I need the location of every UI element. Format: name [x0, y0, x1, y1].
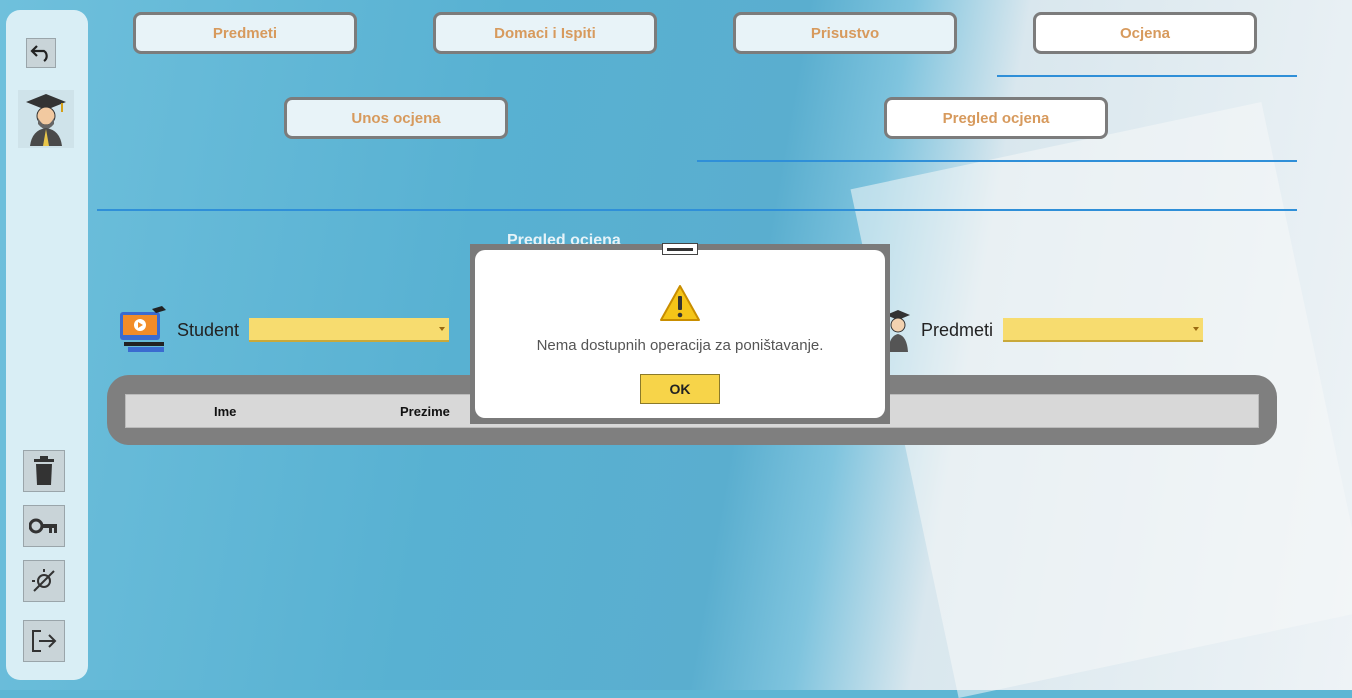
tab-pregled-ocjena[interactable]: Pregled ocjena: [884, 97, 1108, 139]
predmeti-label: Predmeti: [921, 320, 994, 340]
undo-icon: [30, 45, 48, 62]
chevron-down-icon: [1193, 327, 1199, 331]
logout-button[interactable]: [23, 620, 65, 662]
graduate-avatar-icon: [26, 94, 66, 146]
tab-ocjena[interactable]: Ocjena: [1033, 12, 1257, 54]
tab-underline: [997, 75, 1297, 77]
student-icon: [118, 306, 166, 354]
column-header-ime[interactable]: Ime: [214, 404, 236, 419]
section-divider: [97, 209, 1297, 211]
avatar: [18, 90, 74, 148]
warning-icon: [659, 284, 701, 322]
tab-prisustvo[interactable]: Prisustvo: [733, 12, 957, 54]
column-header-prezime[interactable]: Prezime: [400, 404, 450, 419]
dialog-message: Nema dostupnih operacija za poništavanje…: [536, 337, 824, 354]
student-select[interactable]: [249, 318, 449, 342]
sidebar: [6, 10, 88, 680]
tab-domaci-ispiti[interactable]: Domaci i Ispiti: [433, 12, 657, 54]
theme-toggle-icon: [32, 569, 55, 592]
theme-toggle-button[interactable]: [23, 560, 65, 602]
trash-icon: [34, 456, 54, 485]
predmeti-select[interactable]: [1003, 318, 1203, 342]
change-password-button[interactable]: [23, 505, 65, 547]
chevron-down-icon: [439, 327, 445, 331]
key-icon: [29, 518, 57, 534]
subtab-underline: [697, 160, 1297, 162]
tab-unos-ocjena[interactable]: Unos ocjena: [284, 97, 508, 139]
tab-predmeti[interactable]: Predmeti: [133, 12, 357, 54]
undo-button[interactable]: [26, 38, 56, 68]
dialog-drag-handle[interactable]: [662, 243, 698, 255]
logout-icon: [32, 630, 57, 652]
student-label: Student: [177, 320, 240, 340]
ok-button[interactable]: OK: [640, 374, 720, 404]
delete-button[interactable]: [23, 450, 65, 492]
